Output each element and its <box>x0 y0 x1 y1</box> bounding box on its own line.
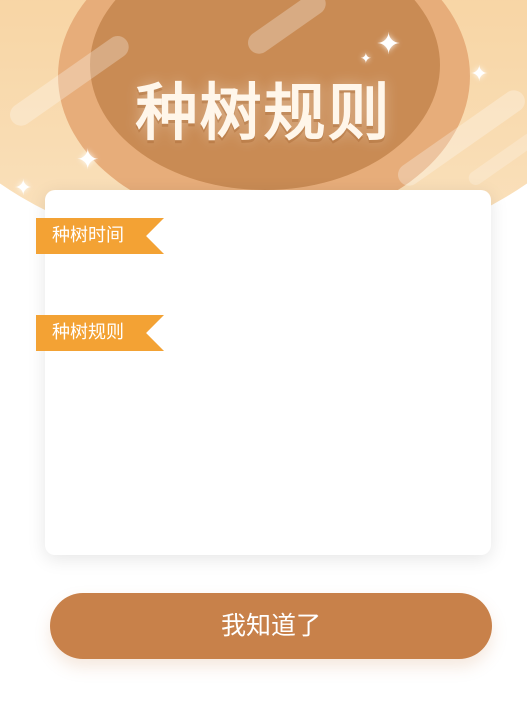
section-label: 种树规则 <box>52 322 124 343</box>
section-ribbon-rules: 种树规则 <box>36 315 164 351</box>
sparkle-icon: ✦ <box>376 27 402 62</box>
page-title: 种树规则 <box>135 76 392 149</box>
sparkle-icon: ✦ <box>14 176 33 201</box>
confirm-button[interactable]: 我知道了 <box>50 593 492 659</box>
rules-page: ✦ ✦ ✦ ✦ ✦ 种树规则 种树时间 种树规则 我知道了 <box>0 0 527 703</box>
section-ribbon-time: 种树时间 <box>36 218 164 254</box>
section-label: 种树时间 <box>52 225 124 246</box>
